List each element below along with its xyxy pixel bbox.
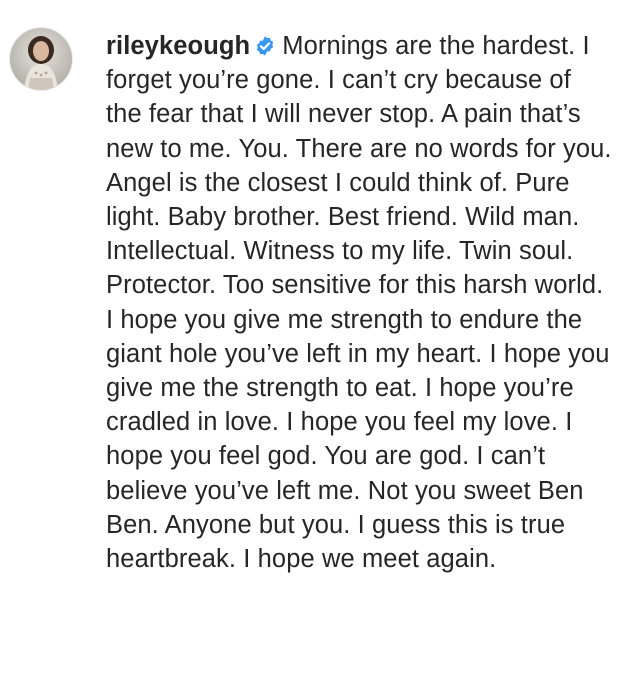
comment-text: Mornings are the hardest. I forget you’r…: [106, 32, 612, 574]
profile-avatar[interactable]: [10, 28, 72, 90]
username-link[interactable]: rileykeough: [106, 32, 250, 60]
avatar-image: [10, 28, 72, 90]
comment-body: rileykeough Mornings are the hardest. I …: [106, 29, 612, 576]
verified-badge-icon: [254, 35, 276, 57]
instagram-comment: rileykeough Mornings are the hardest. I …: [0, 0, 620, 699]
